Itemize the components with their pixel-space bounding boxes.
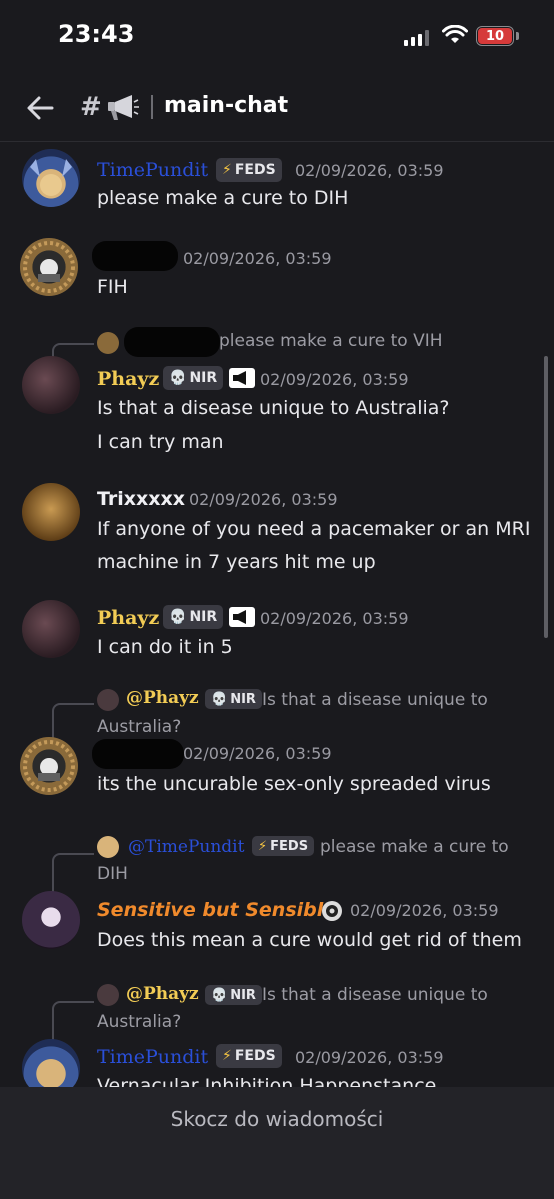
timestamp: 02/09/2026, 03:59 xyxy=(295,161,444,180)
channel-hash: # xyxy=(80,92,102,122)
role-tag-label: NIR xyxy=(189,609,218,625)
reply-author[interactable]: @TimePundit xyxy=(128,837,244,857)
message: Phayz 💀 NIR 02/09/2026, 03:59 I can do it… xyxy=(0,595,540,675)
reply-preview-continued[interactable]: Australia? xyxy=(97,1012,181,1032)
message: @Phayz 💀 NIR Is that a disease unique to … xyxy=(0,683,540,813)
role-tag[interactable]: ⚡ FEDS xyxy=(216,158,282,182)
reply-preview-continued[interactable]: DIH xyxy=(97,864,128,884)
channel-header: # main-chat xyxy=(0,78,554,142)
role-tag-label: FEDS xyxy=(270,838,309,854)
message: @TimePundit ⚡ FEDS please make a cure to … xyxy=(0,833,540,963)
message: Trixxxxx 02/09/2026, 03:59 If anyone of … xyxy=(0,473,540,583)
battery-tip xyxy=(516,32,519,40)
reply-avatar xyxy=(97,689,119,711)
channel-name[interactable]: main-chat xyxy=(164,93,288,118)
timestamp: 02/09/2026, 03:59 xyxy=(295,1048,444,1067)
message-text: If anyone of you need a pacemaker or an … xyxy=(97,518,531,540)
message-text: Is that a disease unique to Australia? xyxy=(97,397,450,419)
wifi-icon xyxy=(442,25,468,43)
message-list[interactable]: TimePundit ⚡ FEDS 02/09/2026, 03:59 pleas… xyxy=(0,143,554,1087)
timestamp: 02/09/2026, 03:59 xyxy=(183,744,332,763)
reply-author[interactable]: @Phayz xyxy=(126,984,199,1004)
avatar[interactable] xyxy=(22,483,80,541)
reply-preview[interactable]: Is that a disease unique to xyxy=(262,690,488,710)
status-time: 23:43 xyxy=(58,20,135,48)
reply-avatar xyxy=(97,984,119,1006)
back-arrow-icon[interactable] xyxy=(24,92,56,124)
message-text: FIH xyxy=(97,276,128,298)
reply-preview[interactable]: please make a cure to VIH xyxy=(219,331,443,351)
message-text: Vernacular Inhibition Happenstance xyxy=(97,1075,437,1087)
jump-bar: Skocz do wiadomości xyxy=(0,1087,554,1199)
reply-role-tag: ⚡ FEDS xyxy=(252,836,315,856)
lightning-icon: ⚡ xyxy=(222,162,232,178)
redacted-author xyxy=(92,241,178,271)
redacted-author xyxy=(92,739,184,769)
reply-preview[interactable]: Is that a disease unique to xyxy=(262,985,488,1005)
reply-author[interactable]: @Phayz xyxy=(126,688,199,708)
avatar[interactable] xyxy=(22,356,80,414)
avatar[interactable] xyxy=(22,149,80,207)
header-divider xyxy=(151,95,153,119)
role-tag-label: NIR xyxy=(230,691,256,707)
timestamp: 02/09/2026, 03:59 xyxy=(260,609,409,628)
author-name[interactable]: Trixxxxx xyxy=(97,488,185,510)
timestamp: 02/09/2026, 03:59 xyxy=(260,370,409,389)
author-name[interactable]: Phayz xyxy=(97,368,159,390)
timestamp: 02/09/2026, 03:59 xyxy=(350,901,499,920)
megaphone-icon xyxy=(108,95,139,120)
skull-icon: 💀 xyxy=(211,987,228,1003)
megaphone-badge-icon xyxy=(229,368,255,388)
reply-role-tag: 💀 NIR xyxy=(205,689,262,709)
role-tag-label: FEDS xyxy=(234,162,276,178)
cellular-signal-icon xyxy=(404,30,429,46)
timestamp: 02/09/2026, 03:59 xyxy=(183,249,332,268)
message-text: I can try man xyxy=(97,431,224,453)
scrollbar[interactable] xyxy=(544,356,548,638)
reply-preview-continued[interactable]: Australia? xyxy=(97,717,181,737)
message: @Phayz 💀 NIR Is that a disease unique to … xyxy=(0,981,540,1087)
status-bar: 23:43 10 xyxy=(0,0,554,78)
reply-avatar xyxy=(97,836,119,858)
message-text: machine in 7 years hit me up xyxy=(97,551,376,573)
battery-level: 10 xyxy=(478,28,512,44)
message-text: Does this mean a cure would get rid of t… xyxy=(97,929,522,951)
message: TimePundit ⚡ FEDS 02/09/2026, 03:59 pleas… xyxy=(0,143,540,223)
skull-icon: 💀 xyxy=(211,691,228,707)
reply-role-tag: 💀 NIR xyxy=(205,985,262,1005)
jump-to-messages-button[interactable]: Skocz do wiadomości xyxy=(0,1107,554,1131)
avatar[interactable] xyxy=(22,600,80,658)
role-tag-label: FEDS xyxy=(234,1048,276,1064)
skull-icon: 💀 xyxy=(169,609,187,625)
role-tag-label: NIR xyxy=(230,987,256,1003)
author-name[interactable]: Sensitive but Sensible xyxy=(97,899,336,921)
message-text: its the uncurable sex-only spreaded viru… xyxy=(97,773,491,795)
message-text: please make a cure to DIH xyxy=(97,187,349,209)
lightning-icon: ⚡ xyxy=(258,838,268,854)
author-name[interactable]: TimePundit xyxy=(97,1046,208,1068)
battery-icon: 10 xyxy=(476,26,514,46)
megaphone-badge-icon xyxy=(229,607,255,627)
author-name[interactable]: Phayz xyxy=(97,607,159,629)
skull-icon: 💀 xyxy=(169,370,187,386)
message-text: I can do it in 5 xyxy=(97,636,233,658)
timestamp: 02/09/2026, 03:59 xyxy=(189,490,338,509)
role-tag[interactable]: ⚡ FEDS xyxy=(216,1044,282,1068)
avatar[interactable] xyxy=(20,238,78,296)
avatar[interactable] xyxy=(22,891,80,949)
badge-icon xyxy=(322,901,342,921)
role-tag[interactable]: 💀 NIR xyxy=(163,605,224,629)
message: 02/09/2026, 03:59 FIH xyxy=(0,231,540,311)
reply-avatar xyxy=(97,332,119,354)
reply-preview[interactable]: please make a cure to xyxy=(320,837,509,857)
redacted-author xyxy=(124,327,220,357)
role-tag-label: NIR xyxy=(189,370,218,386)
lightning-icon: ⚡ xyxy=(222,1048,232,1064)
author-name[interactable]: TimePundit xyxy=(97,159,208,181)
role-tag[interactable]: 💀 NIR xyxy=(163,366,224,390)
message: please make a cure to VIH Phayz 💀 NIR 02/… xyxy=(0,323,540,453)
avatar[interactable] xyxy=(20,737,78,795)
